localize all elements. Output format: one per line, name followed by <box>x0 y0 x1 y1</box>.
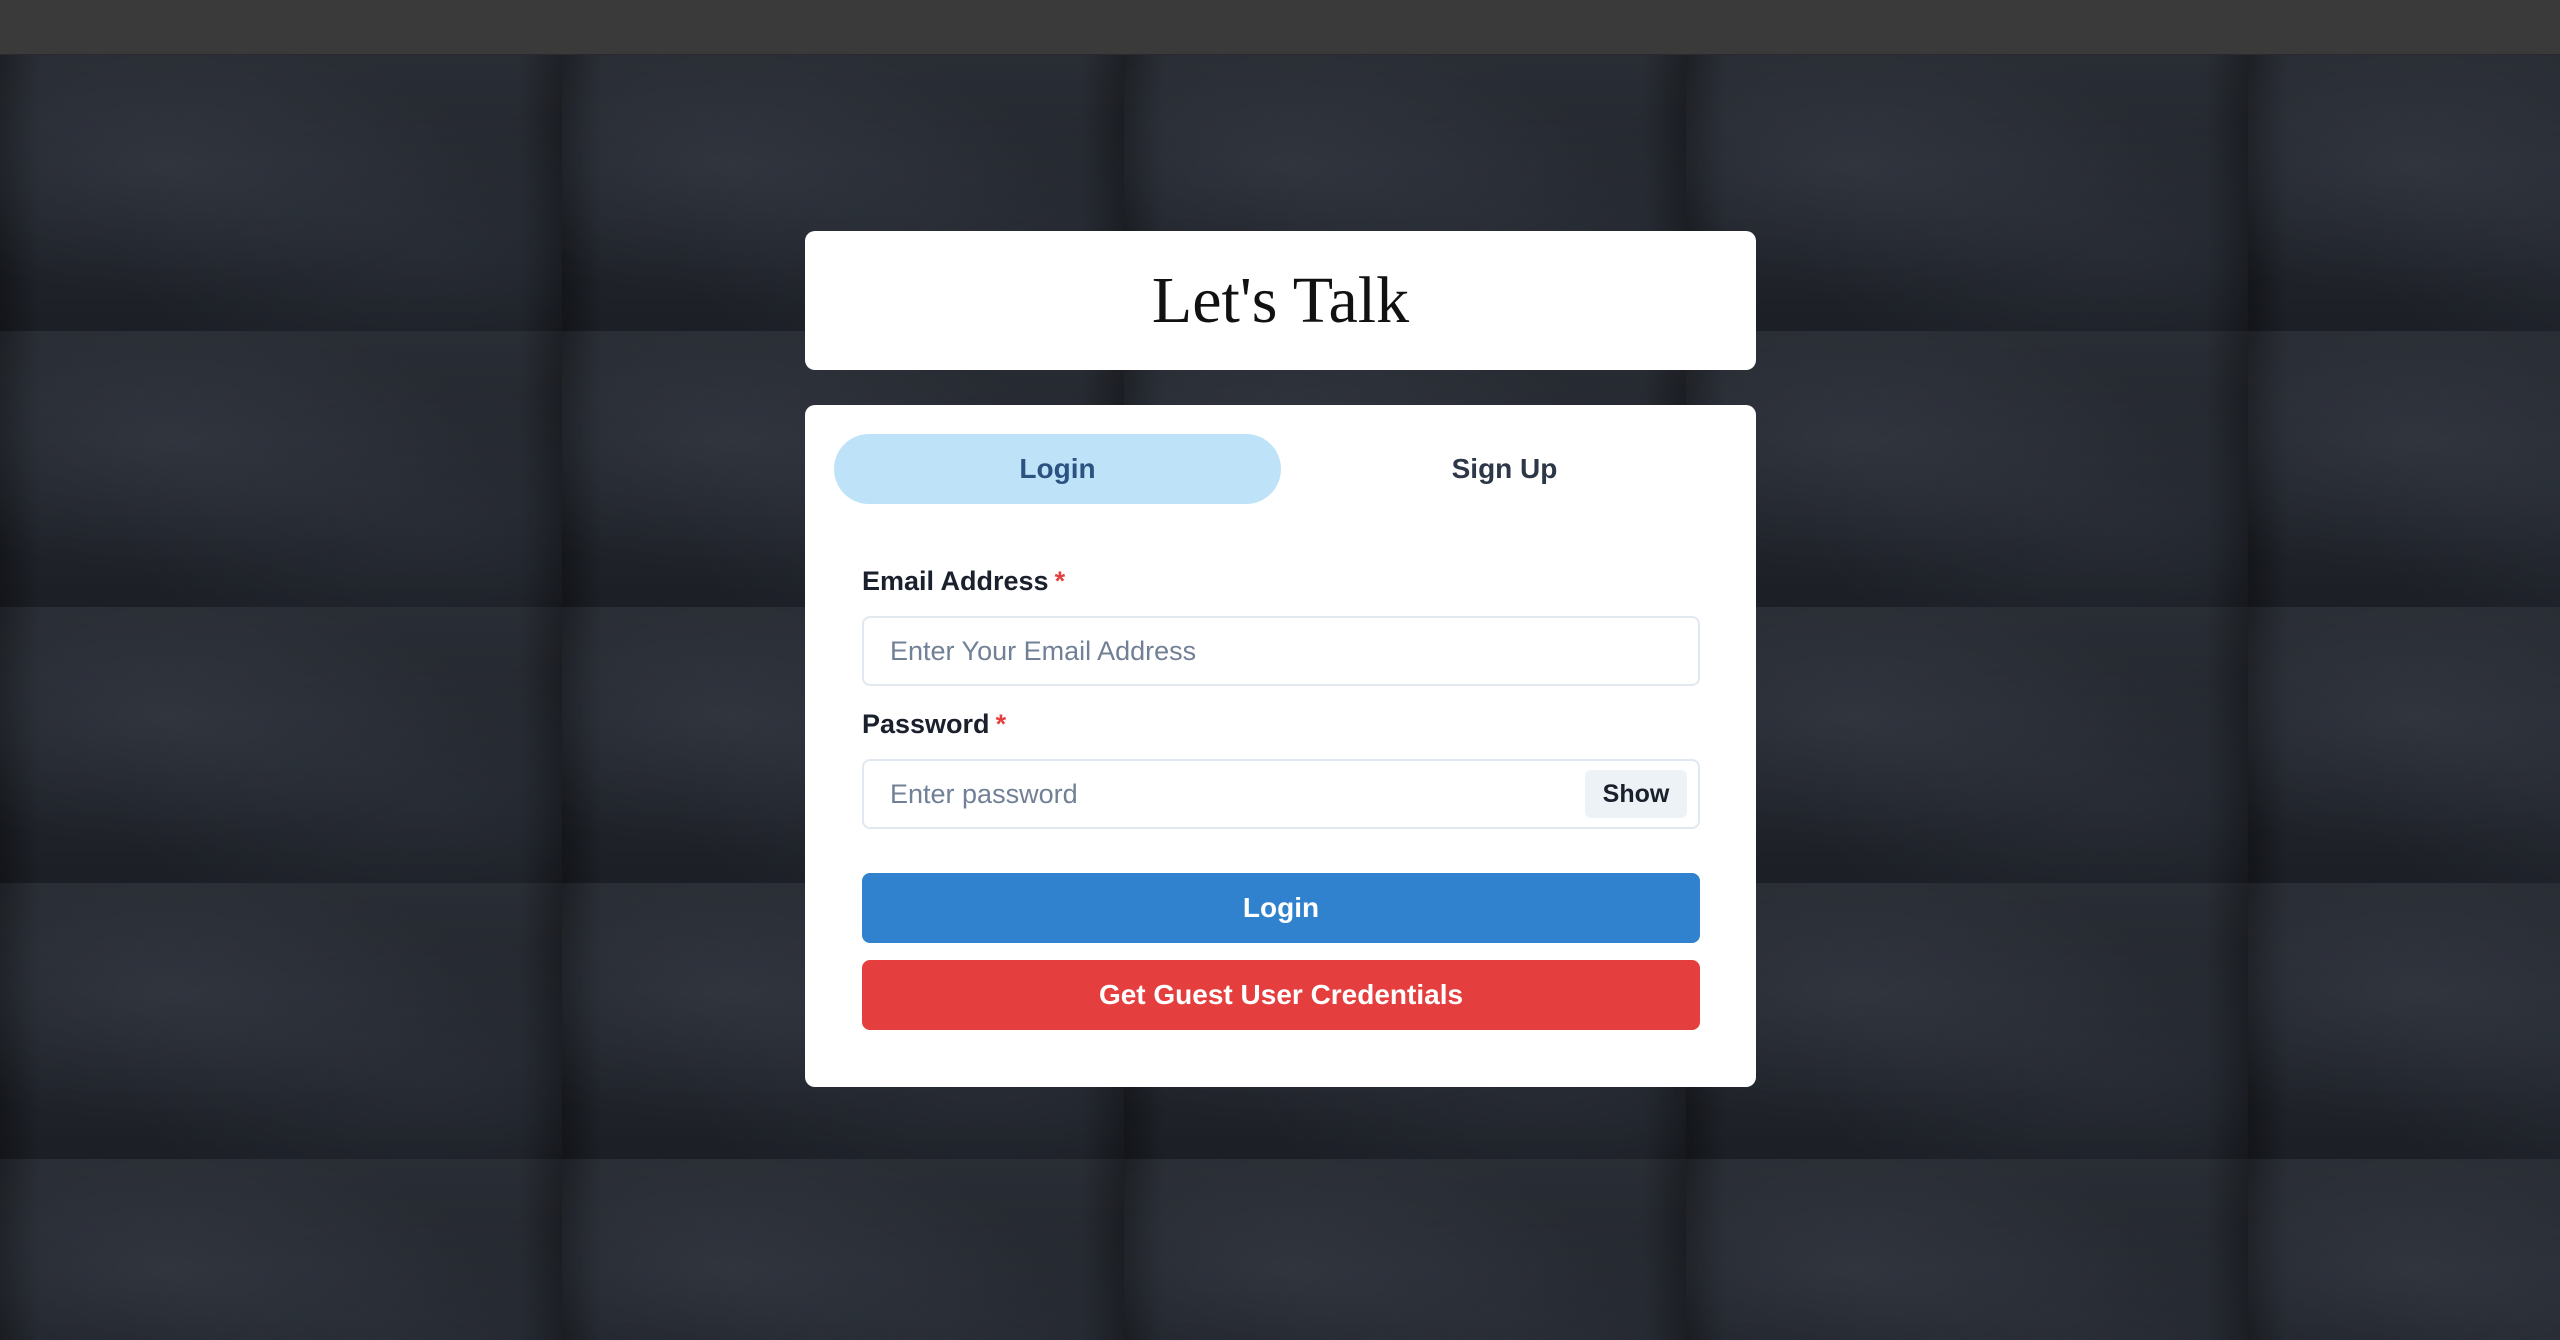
password-label-text: Password <box>862 709 990 739</box>
email-field-box <box>862 616 1700 686</box>
email-label-text: Email Address <box>862 566 1049 596</box>
login-button[interactable]: Login <box>862 873 1700 943</box>
browser-top-bar <box>0 0 2560 55</box>
email-label: Email Address * <box>862 566 1065 597</box>
password-label: Password * <box>862 709 1006 740</box>
header-card: Let's Talk <box>805 231 1756 370</box>
password-required-mark: * <box>995 709 1007 739</box>
password-field[interactable] <box>864 761 1698 827</box>
app-title: Let's Talk <box>1151 263 1410 337</box>
tab-login[interactable]: Login <box>834 434 1281 504</box>
email-field[interactable] <box>864 618 1698 684</box>
auth-card: Login Sign Up Email Address* Password* S… <box>805 405 1756 1087</box>
tab-sign-up[interactable]: Sign Up <box>1281 434 1728 504</box>
password-field-box: Show <box>862 759 1700 829</box>
guest-credentials-button[interactable]: Get Guest User Credentials <box>862 960 1700 1030</box>
email-required-mark: * <box>1054 566 1066 596</box>
show-password-button[interactable]: Show <box>1585 770 1687 818</box>
